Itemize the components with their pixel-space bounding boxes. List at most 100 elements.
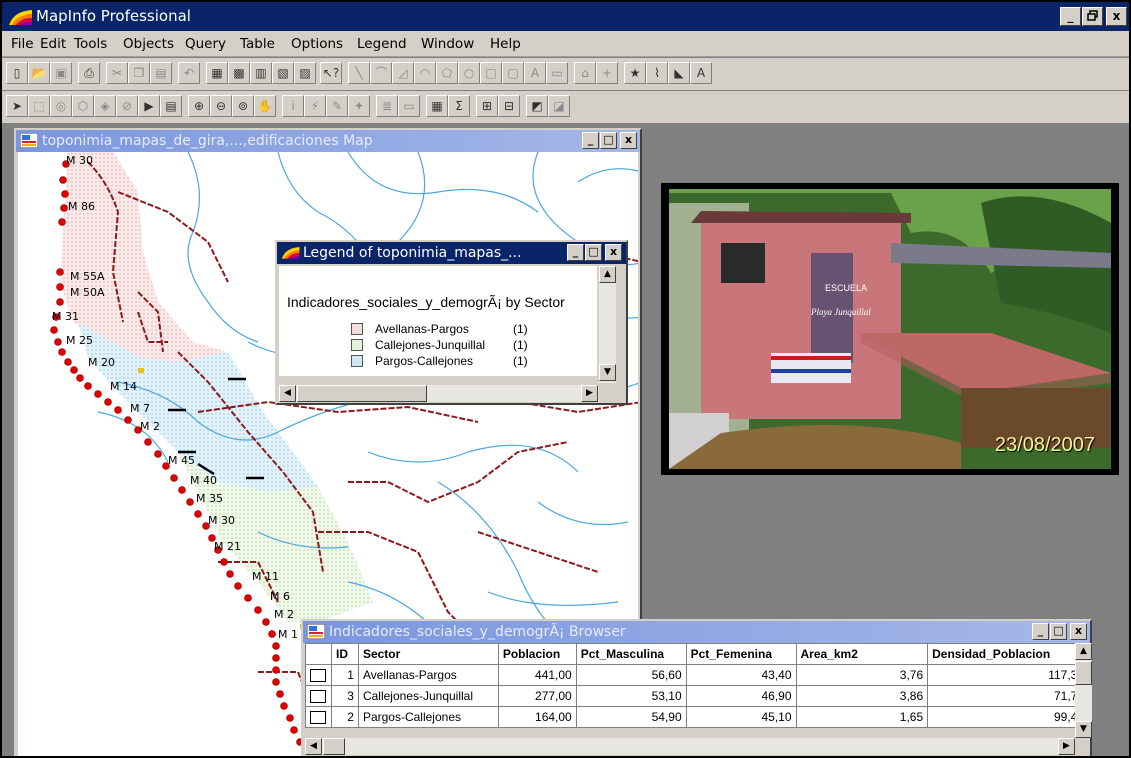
- set-clip-region-icon[interactable]: ◪: [548, 95, 570, 117]
- polyline-tool-icon[interactable]: ⌒: [370, 62, 392, 84]
- column-header[interactable]: Area_km2: [795, 643, 929, 665]
- marquee-select-icon[interactable]: ⬚: [28, 95, 50, 117]
- browser-close-button[interactable]: x: [1070, 623, 1087, 640]
- symbol-style-icon[interactable]: ★: [624, 62, 646, 84]
- table-cell[interactable]: 46,90: [685, 685, 797, 707]
- clip-region-icon[interactable]: ◩: [526, 95, 548, 117]
- scroll-right-icon[interactable]: ▶: [1058, 738, 1075, 755]
- scroll-down-icon[interactable]: ▼: [599, 364, 616, 381]
- change-view-icon[interactable]: ⊚: [232, 95, 254, 117]
- radius-select-icon[interactable]: ◎: [50, 95, 72, 117]
- line-style-icon[interactable]: ⌇: [646, 62, 668, 84]
- table-cell[interactable]: 43,40: [685, 664, 797, 686]
- scroll-up-icon[interactable]: ▲: [1075, 643, 1092, 660]
- column-header[interactable]: Densidad_Poblacion: [927, 643, 1089, 665]
- table-cell[interactable]: 71,70: [927, 685, 1089, 707]
- line-tool-icon[interactable]: ╲: [348, 62, 370, 84]
- column-header[interactable]: Pct_Femenina: [685, 643, 797, 665]
- table-row[interactable]: 1 Avellanas-Pargos 441,00 56,60 43,40 3,…: [305, 664, 1089, 686]
- table-row[interactable]: 3 Callejones-Junquillal 277,00 53,10 46,…: [305, 685, 1089, 707]
- table-cell[interactable]: 3,76: [795, 664, 929, 686]
- arc-tool-icon[interactable]: ◠: [414, 62, 436, 84]
- restore-button[interactable]: [1082, 7, 1103, 26]
- paste-icon[interactable]: ▤: [150, 62, 172, 84]
- grabber-hand-icon[interactable]: ✋: [254, 95, 276, 117]
- text-tool-icon[interactable]: A: [524, 62, 546, 84]
- legend-minimize-button[interactable]: _: [567, 244, 584, 261]
- row-checkbox-cell[interactable]: [305, 706, 332, 728]
- column-header[interactable]: ID: [330, 643, 359, 665]
- column-header[interactable]: Poblacion: [497, 643, 577, 665]
- layer-control-icon[interactable]: ≣: [376, 95, 398, 117]
- menu-tools[interactable]: Tools: [74, 36, 107, 52]
- drag-window-icon[interactable]: ✦: [348, 95, 370, 117]
- table-cell[interactable]: 117,30: [927, 664, 1089, 686]
- table-cell[interactable]: 3: [330, 685, 359, 707]
- copy-icon[interactable]: ❐: [128, 62, 150, 84]
- table-cell[interactable]: Callejones-Junquillal: [357, 685, 499, 707]
- rectangle-tool-icon[interactable]: □: [480, 62, 502, 84]
- menu-window[interactable]: Window: [421, 36, 474, 52]
- undo-icon[interactable]: ↶: [178, 62, 200, 84]
- new-mapper-icon[interactable]: ▩: [228, 62, 250, 84]
- close-button[interactable]: x: [1106, 7, 1127, 26]
- table-cell[interactable]: 45,10: [685, 706, 797, 728]
- scroll-left-icon[interactable]: ◀: [305, 738, 322, 755]
- show-legend-icon[interactable]: ▦: [426, 95, 448, 117]
- print-icon[interactable]: ⎙: [78, 62, 100, 84]
- table-cell[interactable]: 1,65: [795, 706, 929, 728]
- polygon-tool-icon[interactable]: ◿: [392, 62, 414, 84]
- help-pointer-icon[interactable]: ↖?: [320, 62, 342, 84]
- hotlink-icon[interactable]: ⚡: [304, 95, 326, 117]
- new-browser-icon[interactable]: ▦: [206, 62, 228, 84]
- column-header[interactable]: Sector: [357, 643, 499, 665]
- select-arrow-icon[interactable]: ➤: [6, 95, 28, 117]
- column-header[interactable]: Pct_Masculina: [575, 643, 687, 665]
- browser-maximize-button[interactable]: □: [1050, 623, 1067, 640]
- new-grapher-icon[interactable]: ▥: [250, 62, 272, 84]
- add-node-tool-icon[interactable]: +: [596, 62, 618, 84]
- map-minimize-button[interactable]: _: [582, 132, 599, 149]
- table-cell[interactable]: 99,40: [927, 706, 1089, 728]
- scroll-thumb[interactable]: [323, 738, 345, 755]
- graph-select-icon[interactable]: ▤: [160, 95, 182, 117]
- map-close-button[interactable]: x: [620, 132, 637, 149]
- region-tool-icon[interactable]: ⬠: [436, 62, 458, 84]
- browser-horizontal-scrollbar[interactable]: [305, 738, 1075, 755]
- menu-help[interactable]: Help: [490, 36, 521, 52]
- scroll-left-icon[interactable]: ◀: [279, 385, 296, 402]
- row-checkbox[interactable]: [310, 711, 326, 725]
- minimize-button[interactable]: _: [1060, 7, 1081, 26]
- scroll-up-icon[interactable]: ▲: [599, 266, 616, 283]
- row-checkbox[interactable]: [310, 669, 326, 683]
- new-document-icon[interactable]: ▯: [6, 62, 28, 84]
- scroll-thumb[interactable]: [1075, 661, 1092, 685]
- table-cell[interactable]: 54,90: [575, 706, 687, 728]
- polygon-select-icon[interactable]: ⬡: [72, 95, 94, 117]
- new-layout-icon[interactable]: ▧: [272, 62, 294, 84]
- ruler-icon[interactable]: ▭: [398, 95, 420, 117]
- menu-edit[interactable]: Edit: [40, 36, 66, 52]
- set-target-icon[interactable]: ⊞: [476, 95, 498, 117]
- menu-legend[interactable]: Legend: [357, 36, 407, 52]
- table-row[interactable]: 2 Pargos-Callejones 164,00 54,90 45,10 1…: [305, 706, 1089, 728]
- row-checkbox-cell[interactable]: [305, 664, 332, 686]
- table-cell[interactable]: 164,00: [497, 706, 577, 728]
- reshape-tool-icon[interactable]: ⌂: [574, 62, 596, 84]
- label-tool-icon[interactable]: ✎: [326, 95, 348, 117]
- legend-close-button[interactable]: x: [605, 244, 622, 261]
- boundary-select-icon[interactable]: ◈: [94, 95, 116, 117]
- unselect-all-icon[interactable]: ⊘: [116, 95, 138, 117]
- menu-options[interactable]: Options: [291, 36, 343, 52]
- invert-selection-icon[interactable]: ▶: [138, 95, 160, 117]
- cut-icon[interactable]: ✂: [106, 62, 128, 84]
- new-redistrict-icon[interactable]: ▨: [294, 62, 316, 84]
- map-maximize-button[interactable]: □: [600, 132, 617, 149]
- legend-maximize-button[interactable]: □: [585, 244, 602, 261]
- row-checkbox-cell[interactable]: [305, 685, 332, 707]
- table-cell[interactable]: 3,86: [795, 685, 929, 707]
- table-cell[interactable]: 1: [330, 664, 359, 686]
- scroll-right-icon[interactable]: ▶: [581, 385, 598, 402]
- menu-table[interactable]: Table: [240, 36, 275, 52]
- zoom-out-icon[interactable]: ⊖: [210, 95, 232, 117]
